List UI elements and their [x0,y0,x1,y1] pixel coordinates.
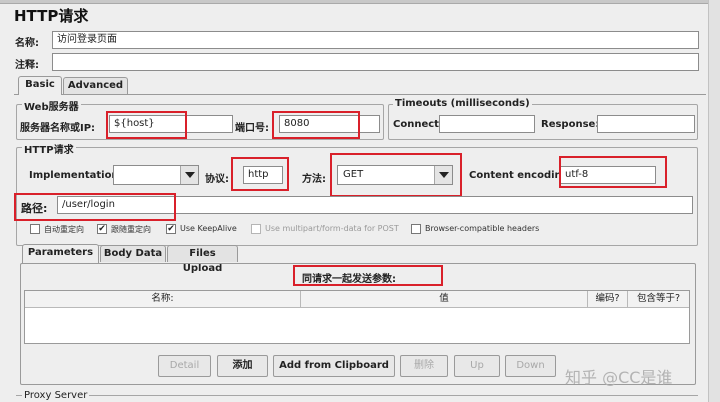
vertical-scrollbar[interactable] [708,0,720,402]
multipart-label: Use multipart/form-data for POST [265,224,399,233]
web-server-legend: Web服务器 [22,98,81,113]
highlight-protocol [231,157,289,191]
implementation-select[interactable] [113,165,199,185]
tab-files-upload[interactable]: Files Upload [167,245,238,274]
connect-input[interactable] [439,115,535,133]
watermark: 知乎 @CC是谁 [565,368,673,387]
connect-label: Connect: [393,119,443,130]
detail-button[interactable]: Detail [158,355,211,377]
implementation-label: Implementation: [29,170,123,181]
keepalive-checkbox[interactable]: ✔ [166,224,176,234]
http-request-legend: HTTP请求 [22,141,76,156]
highlight-path [14,193,176,221]
browser-headers-checkbox[interactable] [411,224,421,234]
add-button[interactable]: 添加 [217,355,268,377]
comment-label: 注释: [15,60,39,71]
tab-parameters[interactable]: Parameters [22,244,99,263]
highlight-server [106,111,187,139]
highlight-port [272,111,360,139]
multipart-checkbox[interactable] [251,224,261,234]
follow-redirect-checkbox[interactable]: ✔ [97,224,107,234]
dropdown-arrow-icon[interactable] [180,166,198,184]
response-input[interactable] [597,115,695,133]
auto-redirect-label: 自动重定向 [44,225,84,234]
up-button[interactable]: Up [454,355,500,377]
keepalive-label: Use KeepAlive [180,224,237,233]
proxy-server-legend: Proxy Server [22,390,90,401]
proxy-group-border [16,395,698,396]
add-from-clipboard-button[interactable]: Add from Clipboard [273,355,395,377]
follow-redirect-label: 跟随重定向 [111,225,151,234]
protocol-label: 协议: [205,174,229,185]
tab-divider [14,94,706,95]
browser-headers-label: Browser-compatible headers [425,224,540,233]
page-title: HTTP请求 [14,7,89,25]
server-label: 服务器名称或IP: [20,123,96,134]
col-encode-header[interactable]: 编码? [588,291,628,307]
col-name-header[interactable]: 名称: [25,291,301,307]
timeouts-legend: Timeouts (milliseconds) [393,98,532,109]
response-label: Response: [541,119,600,130]
comment-input[interactable] [52,53,699,71]
auto-redirect-checkbox[interactable] [30,224,40,234]
name-label: 名称: [15,38,39,49]
highlight-encoding [559,156,667,188]
name-input[interactable]: 访问登录页面 [52,31,699,49]
method-label: 方法: [302,174,326,185]
port-label: 端口号: [235,123,269,134]
col-include-equals-header[interactable]: 包含等于? [628,291,689,307]
tab-body-data[interactable]: Body Data [100,245,166,262]
highlight-method [330,153,462,197]
down-button[interactable]: Down [505,355,556,377]
highlight-params-caption [293,265,443,286]
delete-button[interactable]: 删除 [400,355,448,377]
encoding-label: Content encoding: [469,170,573,181]
tab-advanced[interactable]: Advanced [63,77,128,94]
tab-basic[interactable]: Basic [18,76,62,95]
col-value-header[interactable]: 值 [301,291,588,307]
top-toolbar-strip [0,0,720,4]
